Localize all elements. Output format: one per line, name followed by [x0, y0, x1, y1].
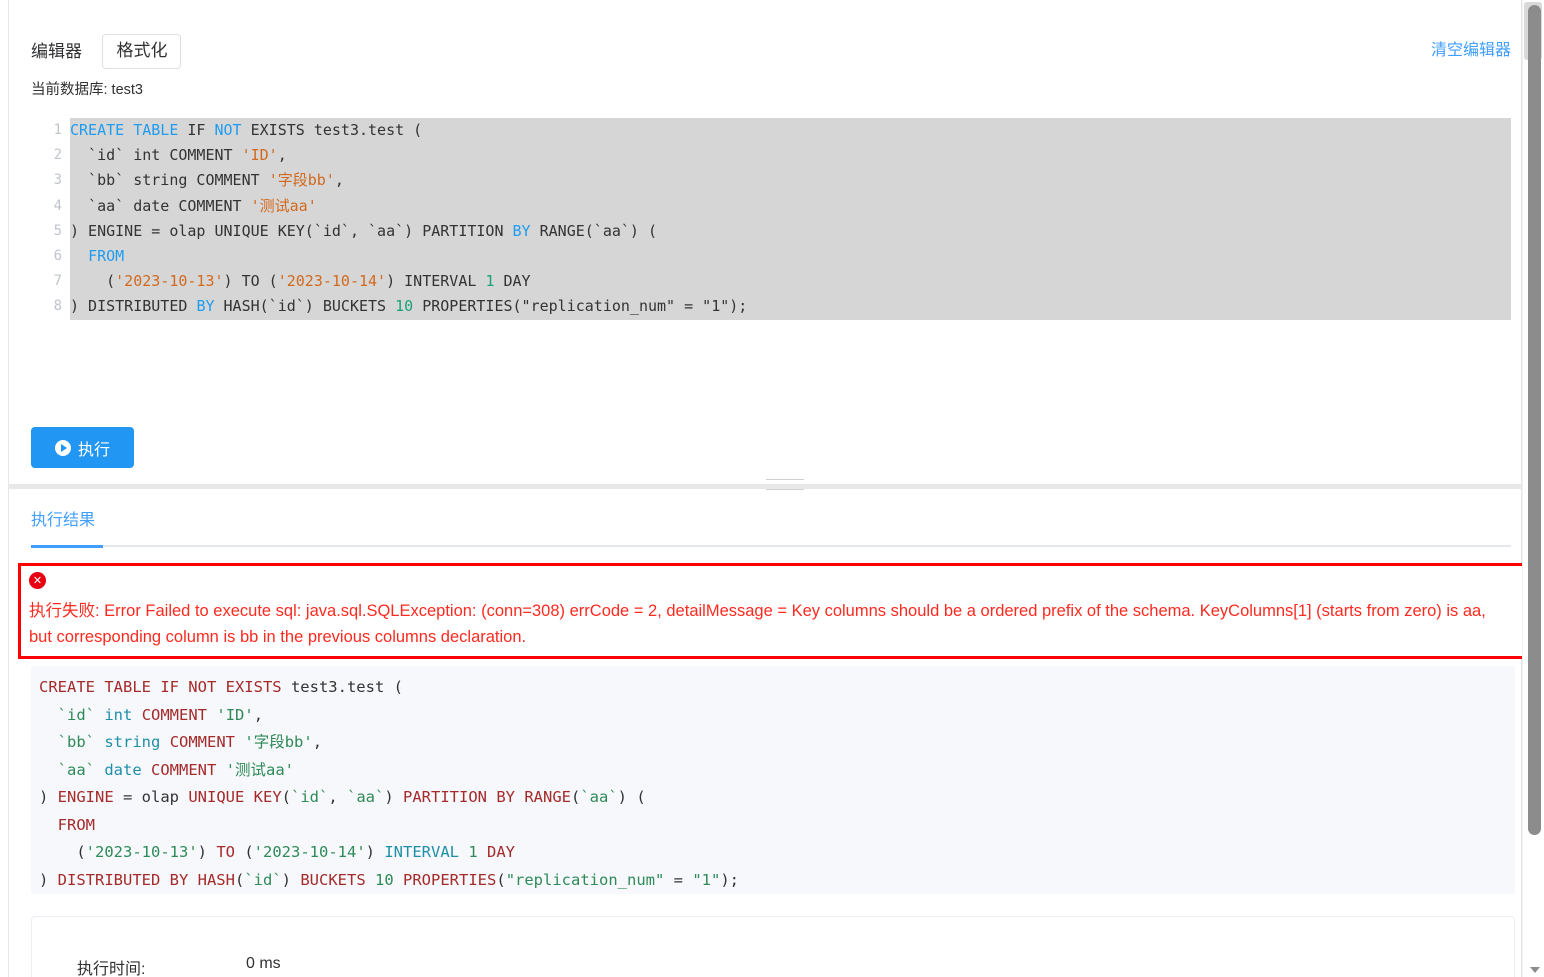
editor-line-number: 5 [53, 222, 62, 239]
scroll-down-arrow-icon[interactable] [1530, 967, 1540, 973]
executed-sql-preview: CREATE TABLE IF NOT EXISTS test3.test ( … [31, 666, 1515, 894]
result-sql-line: CREATE TABLE IF NOT EXISTS test3.test ( [39, 678, 403, 696]
tab-active-indicator [31, 545, 103, 548]
editor-line: 8 ) DISTRIBUTED BY HASH(`id`) BUCKETS 10 … [31, 294, 1511, 320]
editor-line: 4 `aa` date COMMENT '测试aa' [31, 193, 1511, 219]
error-message: 执行失败: Error Failed to execute sql: java.… [29, 602, 1486, 646]
current-database-label: 当前数据库: test3 [31, 82, 143, 98]
editor-header: 编辑器 格式化 清空编辑器 [31, 34, 1511, 70]
app-root: 编辑器 格式化 清空编辑器 当前数据库: test3 1 CREATE TABLE… [0, 0, 1544, 977]
execution-time-label: 执行时间: [77, 961, 146, 977]
execute-button-label: 执行 [77, 441, 110, 459]
result-sql-line: `bb` string COMMENT '字段bb', [57, 733, 323, 751]
tab-execution-result[interactable]: 执行结果 [31, 506, 95, 544]
editor-line-number: 1 [53, 122, 62, 138]
execution-time-card: 执行时间: 0 ms [31, 916, 1515, 977]
editor-line-content: ) DISTRIBUTED BY HASH(`id`) BUCKETS 10 P… [70, 294, 1511, 320]
editor-line: 5 ) ENGINE = olap UNIQUE KEY(`id`, `aa`) … [31, 218, 1511, 244]
result-sql-line: FROM [57, 815, 95, 834]
editor-line: 7 ('2023-10-13') TO ('2023-10-14') INTER… [31, 269, 1511, 295]
editor-line-number: 4 [53, 197, 62, 214]
scrollbar-thumb[interactable] [1528, 5, 1541, 835]
editor-line-content: CREATE TABLE IF NOT EXISTS test3.test ( [70, 118, 1511, 144]
editor-line-number: 8 [53, 298, 62, 315]
result-sql-line: ) ENGINE = olap UNIQUE KEY(`id`, `aa`) P… [39, 788, 646, 806]
format-button[interactable]: 格式化 [102, 34, 182, 69]
editor-line-content: ('2023-10-13') TO ('2023-10-14') INTERVA… [70, 269, 1511, 295]
editor-line: 3 `bb` string COMMENT '字段bb', [31, 168, 1511, 194]
error-circle-x-icon: ✕ [29, 572, 46, 589]
clear-editor-link[interactable]: 清空编辑器 [1431, 40, 1511, 62]
editor-line: 6 FROM [31, 243, 1511, 270]
editor-line: 2 `id` int COMMENT 'ID', [31, 143, 1511, 169]
result-sql-line: ('2023-10-13') TO ('2023-10-14') INTERVA… [39, 843, 516, 861]
editor-line-content: `aa` date COMMENT '测试aa' [70, 193, 1511, 219]
editor-line-number: 2 [53, 147, 62, 164]
result-sql-line: `id` int COMMENT 'ID', [57, 705, 264, 724]
editor-line-content: ) ENGINE = olap UNIQUE KEY(`id`, `aa`) P… [70, 218, 1511, 244]
editor-line-number: 3 [53, 172, 62, 189]
result-sql-line: `aa` date COMMENT '测试aa' [57, 760, 295, 779]
editor-line-content: `bb` string COMMENT '字段bb', [70, 168, 1511, 194]
editor-line-content: FROM [70, 243, 1511, 270]
execute-button[interactable]: 执行 [31, 427, 134, 468]
result-sql-line: ) DISTRIBUTED BY HASH(`id`) BUCKETS 10 P… [39, 870, 739, 889]
page-title: 编辑器 [31, 41, 82, 61]
editor-line-content: `id` int COMMENT 'ID', [70, 143, 1511, 169]
panel-splitter[interactable] [8, 484, 1522, 489]
vertical-scrollbar[interactable] [1522, 0, 1544, 977]
editor-line-number: 6 [53, 247, 62, 264]
editor-line-number: 7 [53, 273, 62, 290]
play-icon [54, 439, 71, 456]
sql-code-editor[interactable]: 1 CREATE TABLE IF NOT EXISTS test3.test (… [31, 118, 1511, 418]
execution-time-value: 0 ms [246, 955, 281, 972]
editor-line: 1 CREATE TABLE IF NOT EXISTS test3.test ( [31, 118, 1511, 144]
result-tabs: 执行结果 [31, 500, 1511, 547]
splitter-handle[interactable] [766, 479, 804, 495]
